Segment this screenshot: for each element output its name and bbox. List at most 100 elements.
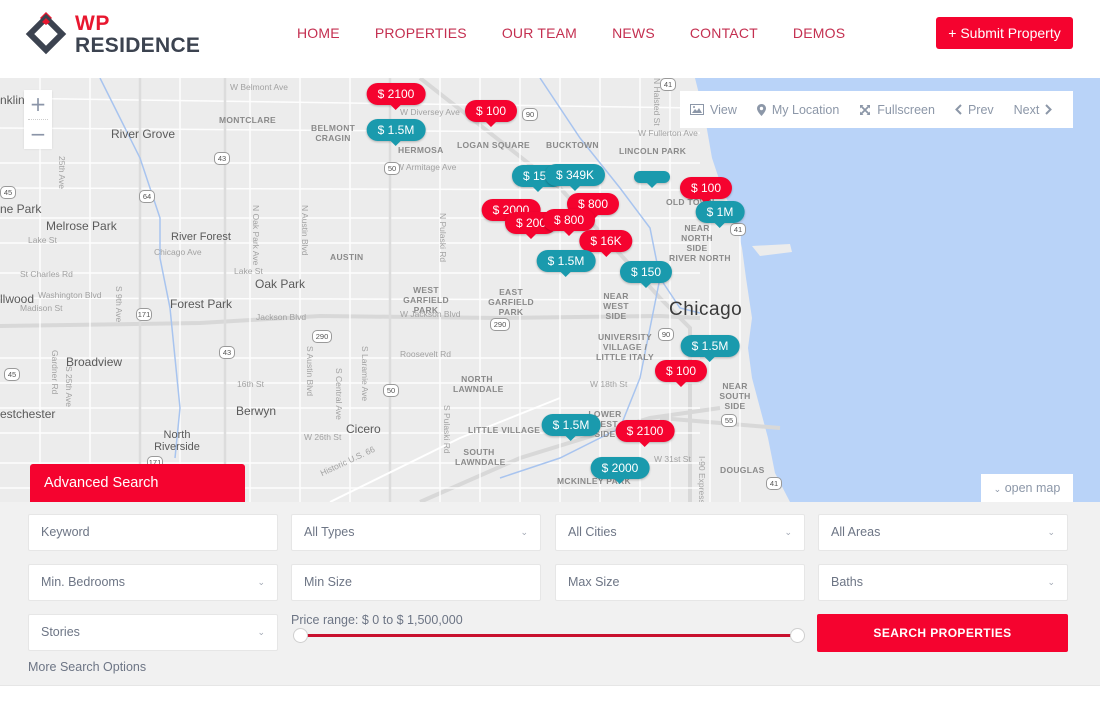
nav-contact[interactable]: CONTACT	[690, 25, 758, 41]
nav-demos[interactable]: DEMOS	[793, 25, 845, 41]
baths-select[interactable]: Baths ⌄	[818, 564, 1068, 601]
cities-select[interactable]: All Cities ⌄	[555, 514, 805, 551]
route-badge: 290	[490, 318, 510, 331]
map-label-town: Cicero	[346, 422, 381, 436]
price-marker[interactable]: $ 2000	[590, 457, 650, 484]
keyword-input[interactable]: Keyword	[28, 514, 278, 551]
next-label: Next	[1013, 102, 1040, 117]
map-label-neighborhood: LINCOLN PARK	[619, 146, 687, 156]
map-label-street: 16th St	[237, 379, 264, 389]
price-marker[interactable]: $ 2100	[615, 420, 675, 447]
map-label-neighborhood: MONTCLARE	[219, 115, 276, 125]
chevron-down-icon: ⌄	[784, 527, 792, 537]
route-badge: 43	[219, 346, 235, 359]
price-marker[interactable]: $ 100	[464, 100, 518, 127]
price-range-label: Price range: $ 0 to $ 1,500,000	[291, 613, 463, 627]
map-label-neighborhood: BELMONT CRAGIN	[311, 123, 356, 143]
route-badge: 43	[214, 152, 230, 165]
zoom-out-button[interactable]: −	[24, 120, 52, 149]
map-label-neighborhood: UNIVERSITY VILLAGE / LITTLE ITALY	[596, 332, 654, 362]
max-size-input[interactable]: Max Size	[555, 564, 805, 601]
image-icon	[690, 104, 704, 115]
price-marker[interactable]: $ 1.5M	[536, 250, 596, 277]
fullscreen-button[interactable]: Fullscreen	[859, 103, 935, 117]
map-label-town: nklin	[0, 93, 25, 107]
lake-michigan	[695, 78, 1100, 502]
my-location-label: My Location	[771, 102, 840, 117]
areas-select[interactable]: All Areas ⌄	[818, 514, 1068, 551]
main-nav: HOME PROPERTIES OUR TEAM NEWS CONTACT DE…	[297, 25, 845, 41]
price-slider-track[interactable]	[300, 634, 797, 637]
map-label-town: Oak Park	[255, 277, 306, 291]
nav-properties[interactable]: PROPERTIES	[375, 25, 467, 41]
price-marker[interactable]: $ 1.5M	[366, 119, 426, 146]
price-marker[interactable]: $ 1M	[695, 201, 745, 228]
map-label-neighborhood: RIVER NORTH	[669, 253, 731, 263]
map-label-street: W Armitage Ave	[396, 162, 457, 172]
map-label-neighborhood: HERMOSA	[398, 145, 444, 155]
prev-button[interactable]: Prev	[955, 103, 994, 117]
chevron-down-icon: ⌄	[520, 527, 528, 537]
route-badge: 50	[383, 384, 399, 397]
submit-property-button[interactable]: + Submit Property	[936, 17, 1073, 49]
price-marker[interactable]	[634, 171, 670, 188]
map-pin-icon	[756, 103, 766, 116]
map-view-button[interactable]: View	[690, 103, 737, 117]
price-slider-min-handle[interactable]	[293, 628, 308, 643]
nav-home[interactable]: HOME	[297, 25, 340, 41]
price-marker[interactable]: $ 100	[679, 177, 733, 204]
types-value: All Types	[304, 525, 355, 539]
advanced-search-panel: Keyword All Types ⌄ All Cities ⌄ All Are…	[0, 502, 1100, 686]
fullscreen-icon	[859, 104, 871, 116]
map-label-neighborhood: NORTH LAWNDALE	[453, 374, 504, 394]
price-marker[interactable]: $ 349K	[544, 164, 606, 191]
next-button[interactable]: Next	[1014, 103, 1053, 117]
min-size-input[interactable]: Min Size	[291, 564, 541, 601]
map-label-street: W Fullerton Ave	[638, 128, 698, 138]
zoom-in-button[interactable]: +	[24, 90, 52, 119]
more-search-options-link[interactable]: More Search Options	[28, 660, 146, 674]
price-marker[interactable]: $ 2100	[366, 83, 426, 110]
price-marker[interactable]: $ 16K	[579, 230, 633, 257]
price-marker[interactable]: $ 150	[619, 261, 673, 288]
map-label-street: S Austin Blvd	[305, 346, 315, 397]
price-slider-max-handle[interactable]	[790, 628, 805, 643]
map-label-street: S Central Ave	[334, 368, 344, 420]
map-toolbar: View My Location Fullscreen Prev Next	[680, 91, 1073, 128]
map-label-street: W Belmont Ave	[230, 82, 288, 92]
search-properties-button[interactable]: SEARCH PROPERTIES	[817, 614, 1068, 652]
price-marker[interactable]: $ 100	[654, 360, 708, 387]
stories-select[interactable]: Stories ⌄	[28, 614, 278, 651]
map-label-street: Lake St	[234, 266, 263, 276]
keyword-placeholder: Keyword	[41, 525, 90, 539]
map-label-town: River Grove	[111, 127, 176, 141]
map-label-neighborhood: BUCKTOWN	[546, 140, 599, 150]
price-marker[interactable]: $ 800	[542, 209, 596, 236]
nav-news[interactable]: NEWS	[612, 25, 655, 41]
map-label-town: River Forest	[171, 231, 231, 243]
open-map-button[interactable]: ⌄ open map	[981, 474, 1073, 502]
map-label-town: Broadview	[66, 355, 123, 369]
map-label-town: Berwyn	[236, 404, 277, 418]
advanced-search-tab[interactable]: Advanced Search	[30, 464, 245, 502]
logo-wp-text: WP	[75, 12, 110, 35]
map-label-street: N Pulaski Rd	[438, 213, 448, 263]
property-map[interactable]: nklin River Grove ne Park Melrose Park R…	[0, 78, 1100, 502]
map-label-street: S 9th Ave	[114, 286, 124, 323]
chevron-down-icon: ⌄	[257, 577, 265, 587]
nav-our-team[interactable]: OUR TEAM	[502, 25, 577, 41]
logo[interactable]: WP RESIDENCE	[22, 10, 200, 60]
my-location-button[interactable]: My Location	[756, 102, 840, 117]
bedrooms-select[interactable]: Min. Bedrooms ⌄	[28, 564, 278, 601]
route-badge: 90	[658, 328, 674, 341]
chevron-down-icon: ⌄	[1047, 577, 1055, 587]
price-marker[interactable]: $ 1.5M	[680, 335, 740, 362]
map-label-street: Lake St	[28, 235, 57, 245]
map-label-street: W Diversey Ave	[400, 107, 460, 117]
map-label-street: W 26th St	[304, 432, 342, 442]
price-marker[interactable]: $ 1.5M	[541, 414, 601, 441]
map-label-town: Forest Park	[170, 297, 233, 311]
min-size-placeholder: Min Size	[304, 575, 352, 589]
map-label-street: S Laramie Ave	[360, 346, 370, 402]
types-select[interactable]: All Types ⌄	[291, 514, 541, 551]
